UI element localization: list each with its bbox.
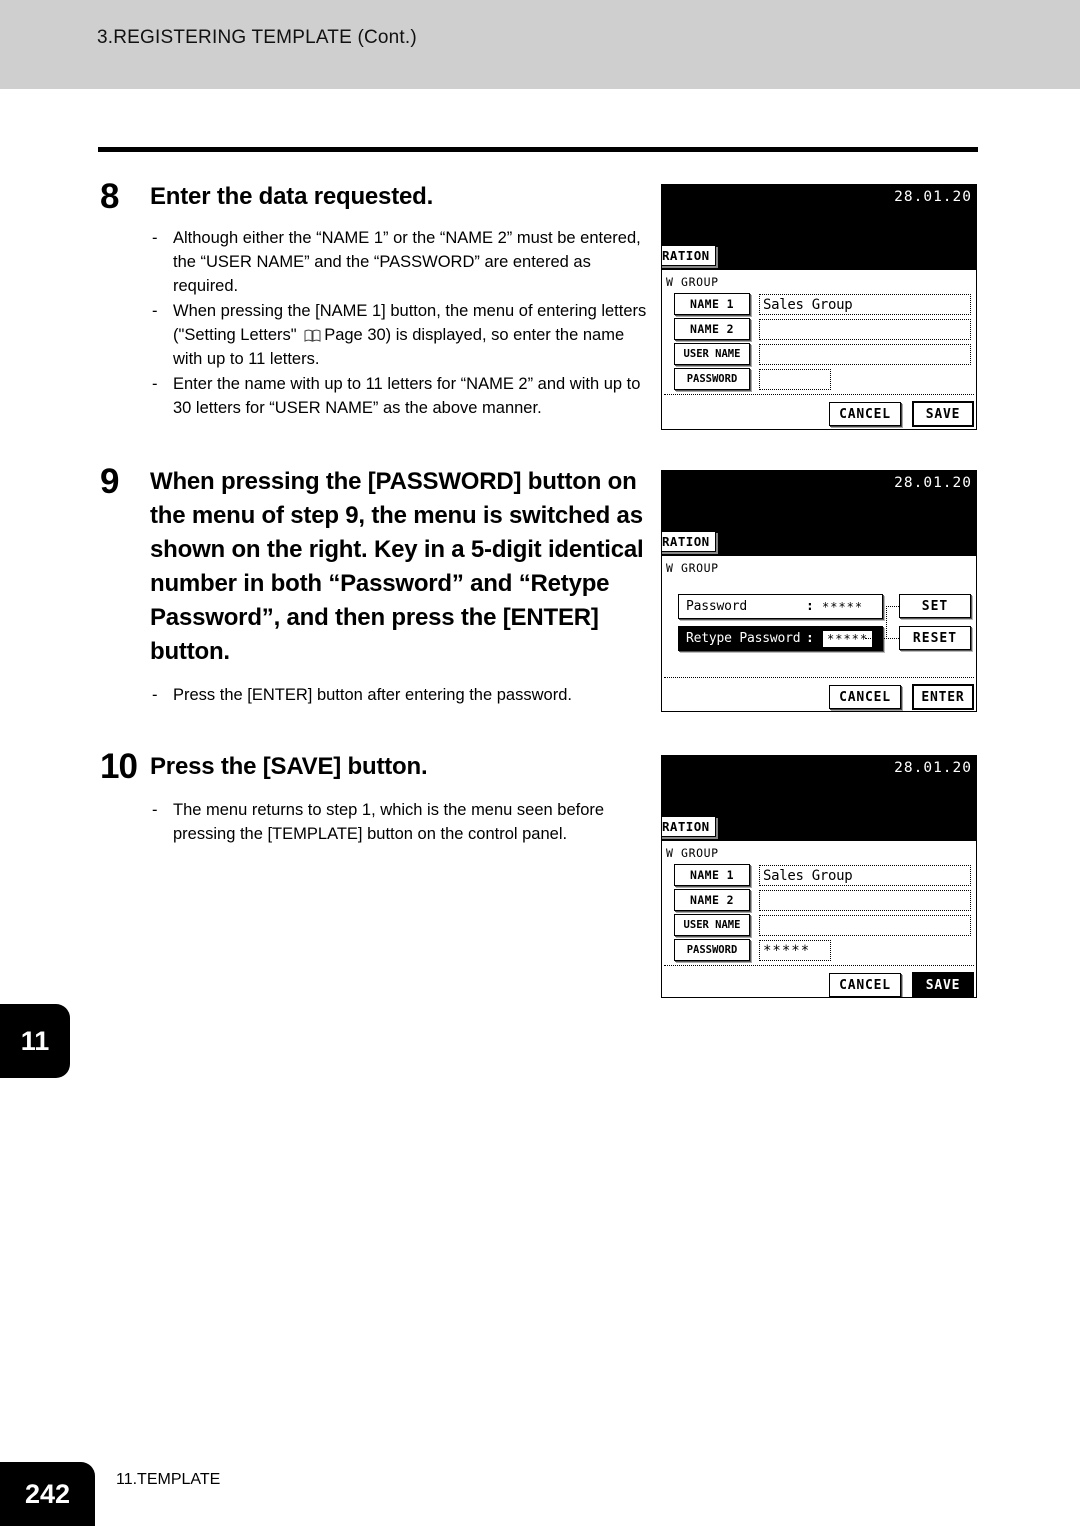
step-10: 10 Press the [SAVE] button. - The menu r… [100, 747, 652, 847]
lcd-subtitle-new-group: W GROUP [666, 561, 719, 575]
step-9: 9 When pressing the [PASSWORD] button on… [100, 462, 652, 708]
name2-button[interactable]: NAME 2 [674, 318, 750, 340]
name1-value[interactable]: Sales Group [759, 294, 971, 315]
retype-password-colon: : [806, 631, 814, 646]
list-item: - Enter the name with up to 11 letters f… [148, 372, 652, 420]
lcd-date: 28.01.20 [894, 475, 972, 491]
field-row-username: USER NAME [662, 343, 976, 367]
list-item: - Press the [ENTER] button after enterin… [148, 683, 652, 707]
lcd-screen-password-entry[interactable]: 28.01.20 RATION W GROUP Password : *****… [661, 470, 977, 712]
enter-button[interactable]: ENTER [912, 684, 974, 710]
bullet-text: Press the [ENTER] button after entering … [173, 686, 572, 704]
list-item: - When pressing the [NAME 1] button, the… [148, 299, 652, 371]
step-10-bullets: - The menu returns to step 1, which is t… [148, 798, 652, 846]
name2-button[interactable]: NAME 2 [674, 889, 750, 911]
bullet-text: Although either the “NAME 1” or the “NAM… [173, 229, 641, 295]
step-9-number: 9 [100, 462, 119, 501]
password-value[interactable] [759, 369, 831, 390]
password-value[interactable]: ***** [759, 940, 831, 961]
page-header-band: 3.REGISTERING TEMPLATE (Cont.) [0, 0, 1080, 89]
lcd-date: 28.01.20 [894, 189, 972, 205]
step-8-number: 8 [100, 177, 119, 216]
lcd-date: 28.01.20 [894, 760, 972, 776]
password-row[interactable]: Password : ***** [678, 594, 883, 619]
lcd-divider [664, 965, 974, 966]
password-button[interactable]: PASSWORD [674, 939, 750, 961]
field-row-name1: NAME 1 Sales Group [662, 864, 976, 888]
list-item: - Although either the “NAME 1” or the “N… [148, 226, 652, 298]
bullet-text: The menu returns to step 1, which is the… [173, 801, 605, 843]
lcd-screen-new-group-saved[interactable]: 28.01.20 RATION W GROUP NAME 1 Sales Gro… [661, 755, 977, 998]
username-value[interactable] [759, 344, 971, 365]
retype-password-row[interactable]: Retype Password : ***** [678, 626, 883, 651]
name1-button[interactable]: NAME 1 [674, 293, 750, 315]
running-head: 3.REGISTERING TEMPLATE (Cont.) [97, 27, 417, 48]
password-label: Password [686, 599, 748, 614]
field-row-password: PASSWORD [662, 368, 976, 392]
cancel-button[interactable]: CANCEL [829, 685, 901, 709]
connector-line-vertical [886, 606, 887, 639]
bullet-text: Enter the name with up to 11 letters for… [173, 375, 641, 417]
lcd-tab-registration[interactable]: RATION [662, 816, 716, 837]
bullet-dash: - [152, 229, 158, 247]
field-row-name2: NAME 2 [662, 889, 976, 913]
lcd-screen-new-group-form[interactable]: 28.01.20 RATION W GROUP NAME 1 Sales Gro… [661, 184, 977, 430]
bullet-dash: - [152, 801, 158, 819]
name1-value[interactable]: Sales Group [759, 865, 971, 886]
bullet-dash: - [152, 686, 158, 704]
field-row-username: USER NAME [662, 914, 976, 938]
password-button[interactable]: PASSWORD [674, 368, 750, 390]
header-rule [98, 147, 978, 152]
field-row-password: PASSWORD ***** [662, 939, 976, 963]
field-row-name1: NAME 1 Sales Group [662, 293, 976, 317]
footer-section-label: 11.TEMPLATE [116, 1471, 221, 1488]
password-colon: : [806, 599, 814, 614]
step-8: 8 Enter the data requested. - Although e… [100, 177, 652, 421]
step-8-title: Enter the data requested. [150, 183, 434, 210]
retype-password-label: Retype Password [686, 631, 801, 646]
lcd-divider [664, 677, 974, 678]
username-button[interactable]: USER NAME [674, 914, 750, 936]
username-value[interactable] [759, 915, 971, 936]
lcd-tab-registration[interactable]: RATION [662, 245, 716, 266]
step-9-title: When pressing the [PASSWORD] button on t… [150, 468, 644, 665]
lcd-title-bar: 28.01.20 RATION [662, 756, 976, 841]
bullet-dash: - [152, 302, 158, 320]
lcd-tab-registration[interactable]: RATION [662, 531, 716, 552]
save-button[interactable]: SAVE [912, 401, 974, 427]
save-button[interactable]: SAVE [912, 972, 974, 997]
lcd-divider [664, 394, 974, 395]
step-10-number: 10 [100, 747, 138, 786]
step-9-bullets: - Press the [ENTER] button after enterin… [148, 683, 652, 707]
name2-value[interactable] [759, 319, 971, 340]
password-value: ***** [822, 599, 864, 614]
lcd-button-bar: CANCEL ENTER [662, 683, 976, 711]
username-button[interactable]: USER NAME [674, 343, 750, 365]
lcd-title-bar: 28.01.20 RATION [662, 185, 976, 270]
lcd-subtitle-new-group: W GROUP [666, 275, 719, 289]
lcd-button-bar: CANCEL SAVE [662, 971, 976, 997]
book-page-reference-icon [304, 329, 321, 342]
cancel-button[interactable]: CANCEL [829, 402, 901, 426]
cancel-button[interactable]: CANCEL [829, 973, 901, 997]
name2-value[interactable] [759, 890, 971, 911]
name1-button[interactable]: NAME 1 [674, 864, 750, 886]
chapter-tab: 11 [0, 1004, 70, 1078]
field-row-name2: NAME 2 [662, 318, 976, 342]
reset-button[interactable]: RESET [899, 626, 971, 650]
connector-line-retype-stub [865, 638, 887, 639]
set-button[interactable]: SET [899, 594, 971, 618]
list-item: - The menu returns to step 1, which is t… [148, 798, 652, 846]
step-10-title: Press the [SAVE] button. [150, 753, 428, 780]
bullet-dash: - [152, 375, 158, 393]
lcd-subtitle-new-group: W GROUP [666, 846, 719, 860]
page-number-tab: 242 [0, 1462, 95, 1526]
lcd-title-bar: 28.01.20 RATION [662, 471, 976, 556]
step-8-bullets: - Although either the “NAME 1” or the “N… [148, 226, 652, 420]
lcd-button-bar: CANCEL SAVE [662, 400, 976, 429]
